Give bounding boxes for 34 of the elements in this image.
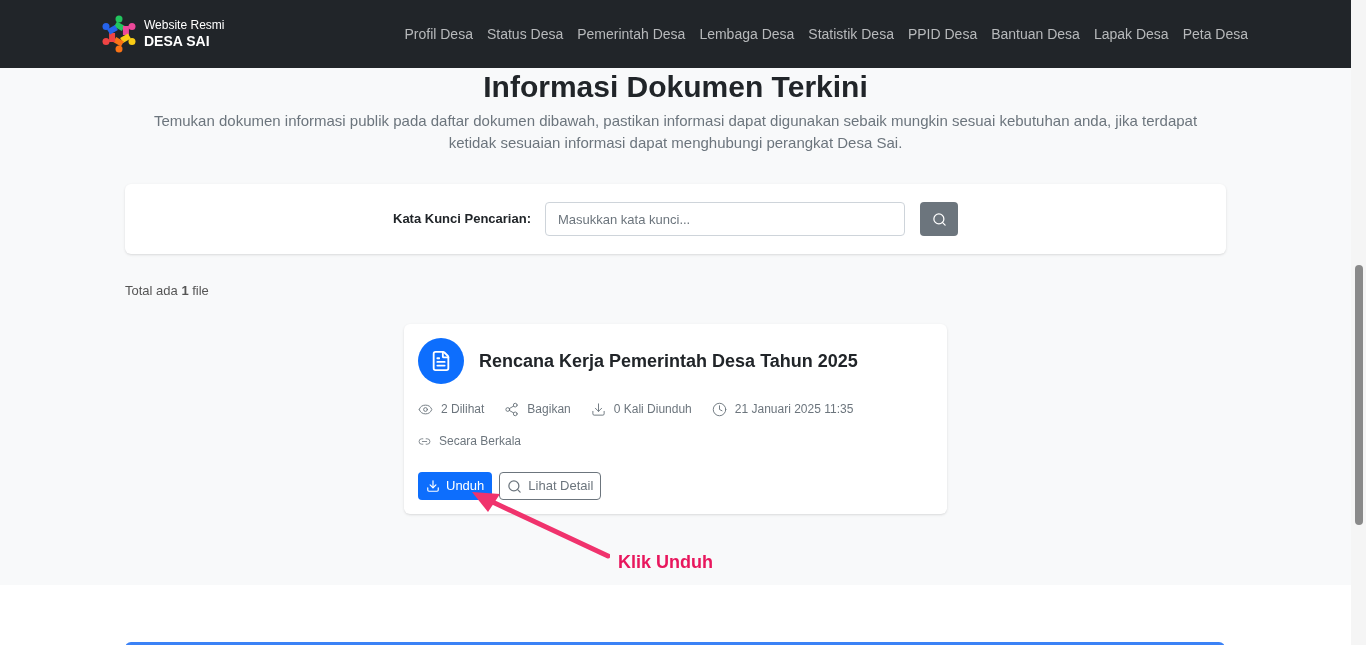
share-icon bbox=[504, 401, 520, 417]
section-heading: Informasi Dokumen Terkini bbox=[483, 72, 868, 102]
document-meta[interactable]: Bagikan bbox=[527, 400, 571, 418]
document-meta: 21 Januari 2025 11:35 bbox=[734, 401, 854, 418]
nav-link[interactable]: Pemerintah Desa bbox=[577, 23, 686, 45]
download-icon bbox=[426, 479, 440, 493]
nav-link[interactable]: Lembaga Desa bbox=[699, 23, 795, 45]
annotation-label: Klik Unduh bbox=[618, 551, 713, 574]
intro-text: Temukan dokumen informasi publik pada daftar dokumen dibawah, pastikan informasi dapat digunakan sebaik mungkin sesuai kebutuhan anda, jika terdapat ketidak sesuaian informasi dapat menghubungi perangkat Desa Sai. bbox=[152, 111, 1199, 153]
nav-link[interactable]: Peta Desa bbox=[1182, 23, 1248, 45]
document-title[interactable]: Rencana Kerja Pemerintah Desa Tahun 2025 bbox=[479, 347, 858, 375]
nav-link[interactable]: Status Desa bbox=[486, 23, 564, 45]
search-label: Kata Kunci Pencarian: bbox=[393, 210, 531, 229]
search-icon bbox=[931, 211, 947, 227]
nav-link[interactable]: Lapak Desa bbox=[1093, 23, 1169, 45]
nav-link[interactable]: Bantuan Desa bbox=[991, 23, 1080, 45]
search-icon bbox=[507, 478, 523, 494]
eye-icon bbox=[418, 401, 433, 417]
search-button[interactable] bbox=[920, 202, 958, 236]
detail-button[interactable]: Lihat Detail bbox=[499, 472, 602, 500]
pdf-file-icon bbox=[418, 338, 464, 384]
brand-subtitle: Website Resmi bbox=[144, 17, 225, 33]
document-category: Secara Berkala bbox=[439, 433, 522, 450]
download-icon bbox=[590, 401, 606, 417]
download-button[interactable]: Unduh bbox=[418, 472, 493, 500]
document-meta: 2 Dilihat bbox=[441, 401, 485, 418]
file-count: Total ada 1 file bbox=[125, 283, 209, 298]
document-meta: 0 Kali Diunduh bbox=[613, 401, 692, 418]
nav-link[interactable]: Profil Desa bbox=[404, 23, 473, 45]
nav-link[interactable]: PPID Desa bbox=[907, 23, 978, 45]
clock-icon bbox=[711, 401, 727, 417]
nav-link[interactable]: Statistik Desa bbox=[808, 23, 894, 45]
brand-name: DESA SAI bbox=[144, 32, 211, 51]
search-field[interactable]: Masukkan kata kunci... bbox=[545, 202, 905, 236]
